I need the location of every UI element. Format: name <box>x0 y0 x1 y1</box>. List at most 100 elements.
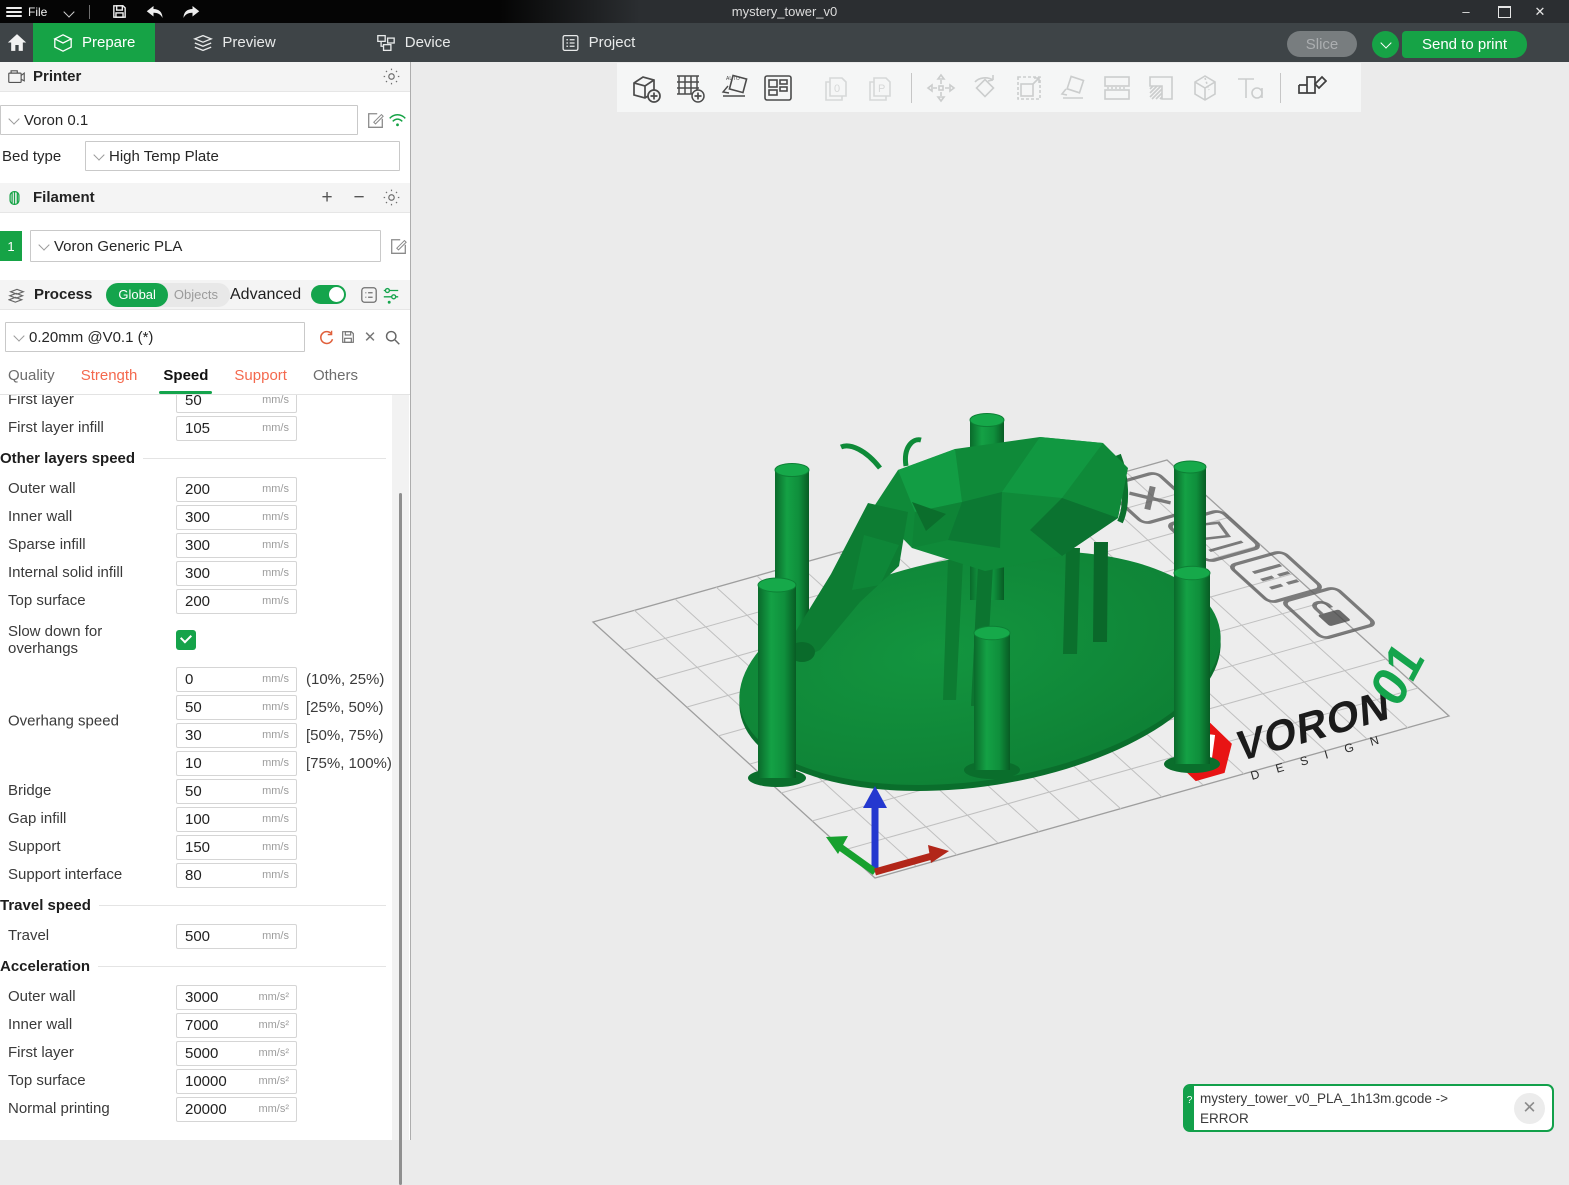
remove-filament-button[interactable]: − <box>348 187 370 209</box>
maximize-button[interactable] <box>1487 0 1521 23</box>
setting-input[interactable]: mm/s <box>176 667 297 692</box>
setting-value-field[interactable] <box>177 478 296 501</box>
setting-value-field[interactable] <box>177 836 296 859</box>
printer-settings-gear-icon[interactable] <box>380 66 402 88</box>
setting-value-field[interactable] <box>177 668 296 691</box>
add-filament-button[interactable]: + <box>316 187 338 209</box>
setting-value-field[interactable] <box>177 395 296 412</box>
setting-input[interactable]: mm/s <box>176 561 297 586</box>
setting-value-field[interactable] <box>177 1098 296 1121</box>
toast-close-icon[interactable]: ✕ <box>1514 1093 1545 1124</box>
move-icon[interactable] <box>922 69 960 107</box>
tab-strength[interactable]: Strength <box>81 367 138 394</box>
home-button[interactable] <box>0 23 33 62</box>
checkbox-checked-icon[interactable] <box>176 630 196 650</box>
filament-settings-gear-icon[interactable] <box>380 187 402 209</box>
build-plate-scene[interactable]: VORON D E S I G N 01 <box>411 62 1569 1140</box>
setting-input[interactable]: mm/s² <box>176 1097 297 1122</box>
setting-value-field[interactable] <box>177 506 296 529</box>
add-object-icon[interactable] <box>627 69 665 107</box>
setting-value-field[interactable] <box>177 724 296 747</box>
file-menu[interactable]: File <box>28 5 47 19</box>
setting-value-field[interactable] <box>177 864 296 887</box>
setting-value-field[interactable] <box>177 925 296 948</box>
tab-speed[interactable]: Speed <box>163 367 208 394</box>
mesh-boolean-icon[interactable] <box>1186 69 1224 107</box>
setting-input[interactable]: mm/s <box>176 589 297 614</box>
tab-support[interactable]: Support <box>234 367 287 394</box>
menu-icon[interactable] <box>6 7 22 17</box>
setting-input[interactable]: mm/s² <box>176 985 297 1010</box>
setting-value-field[interactable] <box>177 1070 296 1093</box>
tab-quality[interactable]: Quality <box>8 367 55 394</box>
text-tool-icon[interactable] <box>1230 69 1268 107</box>
tab-others[interactable]: Others <box>313 367 358 394</box>
send-to-print-button[interactable]: Send to print <box>1402 31 1527 58</box>
tab-device[interactable]: Device <box>356 23 471 62</box>
setting-input[interactable]: mm/s <box>176 395 297 413</box>
setting-input[interactable]: mm/s <box>176 835 297 860</box>
send-options-button[interactable] <box>1372 31 1399 58</box>
redo-icon[interactable] <box>176 2 206 22</box>
tab-preview[interactable]: Preview <box>173 23 295 62</box>
bed-type-select[interactable]: High Temp Plate <box>85 141 400 171</box>
paste-icon[interactable]: P <box>861 69 899 107</box>
slice-button[interactable]: Slice <box>1287 31 1357 57</box>
setting-value-field[interactable] <box>177 1014 296 1037</box>
setting-value-field[interactable] <box>177 986 296 1009</box>
tab-project[interactable]: Project <box>541 23 656 62</box>
lay-on-face-icon[interactable] <box>1054 69 1092 107</box>
setting-input[interactable]: mm/s <box>176 505 297 530</box>
setting-value-field[interactable] <box>177 417 296 440</box>
printer-select[interactable]: Voron 0.1 <box>0 105 358 135</box>
setting-input[interactable]: mm/s <box>176 533 297 558</box>
minimize-button[interactable]: – <box>1449 0 1483 23</box>
process-preset-select[interactable]: 0.20mm @V0.1 (*) <box>5 322 305 352</box>
undo-icon[interactable] <box>140 2 170 22</box>
setting-value-field[interactable] <box>177 590 296 613</box>
setting-value-field[interactable] <box>177 780 296 803</box>
tune-params-icon[interactable] <box>380 284 402 306</box>
setting-value-field[interactable] <box>177 534 296 557</box>
advanced-toggle[interactable] <box>311 285 346 304</box>
rotate-icon[interactable] <box>966 69 1004 107</box>
setting-value-field[interactable] <box>177 696 296 719</box>
auto-orient-icon[interactable]: AUTO <box>715 69 753 107</box>
arrange-icon[interactable] <box>759 69 797 107</box>
copy-icon[interactable]: 0 <box>817 69 855 107</box>
setting-input[interactable]: mm/s² <box>176 1069 297 1094</box>
save-preset-icon[interactable] <box>337 326 359 348</box>
edit-printer-icon[interactable] <box>364 109 386 131</box>
setting-value-field[interactable] <box>177 562 296 585</box>
close-button[interactable]: ✕ <box>1523 0 1557 23</box>
scope-switch[interactable]: Global Objects <box>106 283 230 307</box>
setting-input[interactable]: mm/s² <box>176 1041 297 1066</box>
assemble-icon[interactable] <box>1291 69 1329 107</box>
search-icon[interactable] <box>381 326 403 348</box>
setting-input[interactable]: mm/s <box>176 779 297 804</box>
scope-objects[interactable]: Objects <box>168 287 230 302</box>
save-icon[interactable] <box>104 2 134 22</box>
setting-input[interactable]: mm/s <box>176 751 297 776</box>
setting-input[interactable]: mm/s <box>176 924 297 949</box>
scrollbar-thumb[interactable] <box>399 493 402 1185</box>
setting-value-field[interactable] <box>177 752 296 775</box>
setting-value-field[interactable] <box>177 1042 296 1065</box>
notification-toast[interactable]: ? mystery_tower_v0_PLA_1h13m.gcode -> ER… <box>1183 1084 1554 1132</box>
fill-icon[interactable] <box>1142 69 1180 107</box>
setting-input[interactable]: mm/s <box>176 416 297 441</box>
filament-select[interactable]: Voron Generic PLA <box>30 230 381 262</box>
parameter-list-icon[interactable] <box>358 284 380 306</box>
scale-icon[interactable] <box>1010 69 1048 107</box>
setting-input[interactable]: mm/s² <box>176 1013 297 1038</box>
clear-preset-icon[interactable]: ✕ <box>359 326 381 348</box>
setting-input[interactable]: mm/s <box>176 807 297 832</box>
setting-value-field[interactable] <box>177 808 296 831</box>
setting-input[interactable]: mm/s <box>176 477 297 502</box>
tab-prepare[interactable]: Prepare <box>33 23 155 62</box>
setting-input[interactable]: mm/s <box>176 723 297 748</box>
reset-preset-icon[interactable] <box>315 326 337 348</box>
wifi-icon[interactable] <box>386 109 408 131</box>
setting-input[interactable]: mm/s <box>176 863 297 888</box>
add-plate-icon[interactable] <box>671 69 709 107</box>
